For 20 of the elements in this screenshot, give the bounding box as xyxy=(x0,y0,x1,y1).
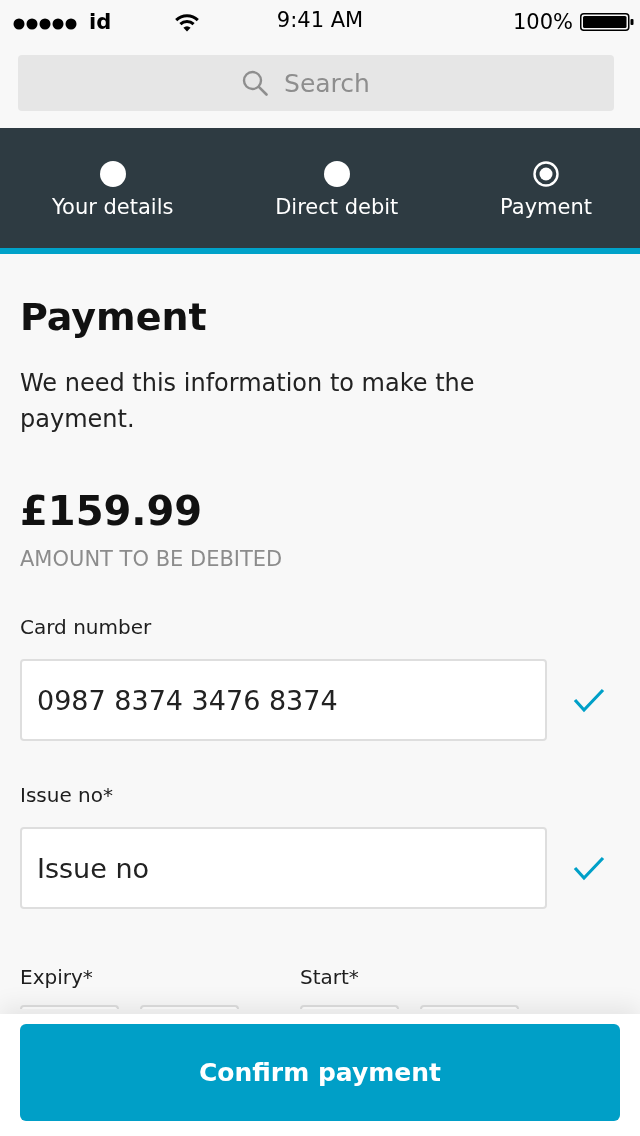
input-field[interactable]: 0987 8374 3476 8374 xyxy=(20,659,547,741)
field-label: Card number xyxy=(20,615,153,639)
field-label: Issue no* xyxy=(20,783,114,807)
field-label: Start* xyxy=(300,965,360,989)
description-text: We need this information to make the payment. xyxy=(20,368,476,435)
step-label: Payment xyxy=(500,195,592,219)
battery-icon xyxy=(580,13,634,31)
amount-text: £159.99 xyxy=(20,487,204,535)
amount-caption: AMOUNT TO BE DEBITED xyxy=(20,547,284,571)
status-time: 9:41 AM xyxy=(276,8,364,32)
step-label: Direct debit xyxy=(275,195,399,219)
search-icon xyxy=(242,70,269,96)
step-label: Your details xyxy=(52,195,174,219)
page-title: Payment xyxy=(20,294,208,340)
wifi-icon xyxy=(174,12,201,32)
field-label: Expiry* xyxy=(20,965,94,989)
battery-percent: 100% xyxy=(512,10,573,34)
input-field[interactable]: Issue no xyxy=(20,827,547,909)
carrier-name: id xyxy=(89,10,112,34)
signal-icon xyxy=(13,18,79,30)
